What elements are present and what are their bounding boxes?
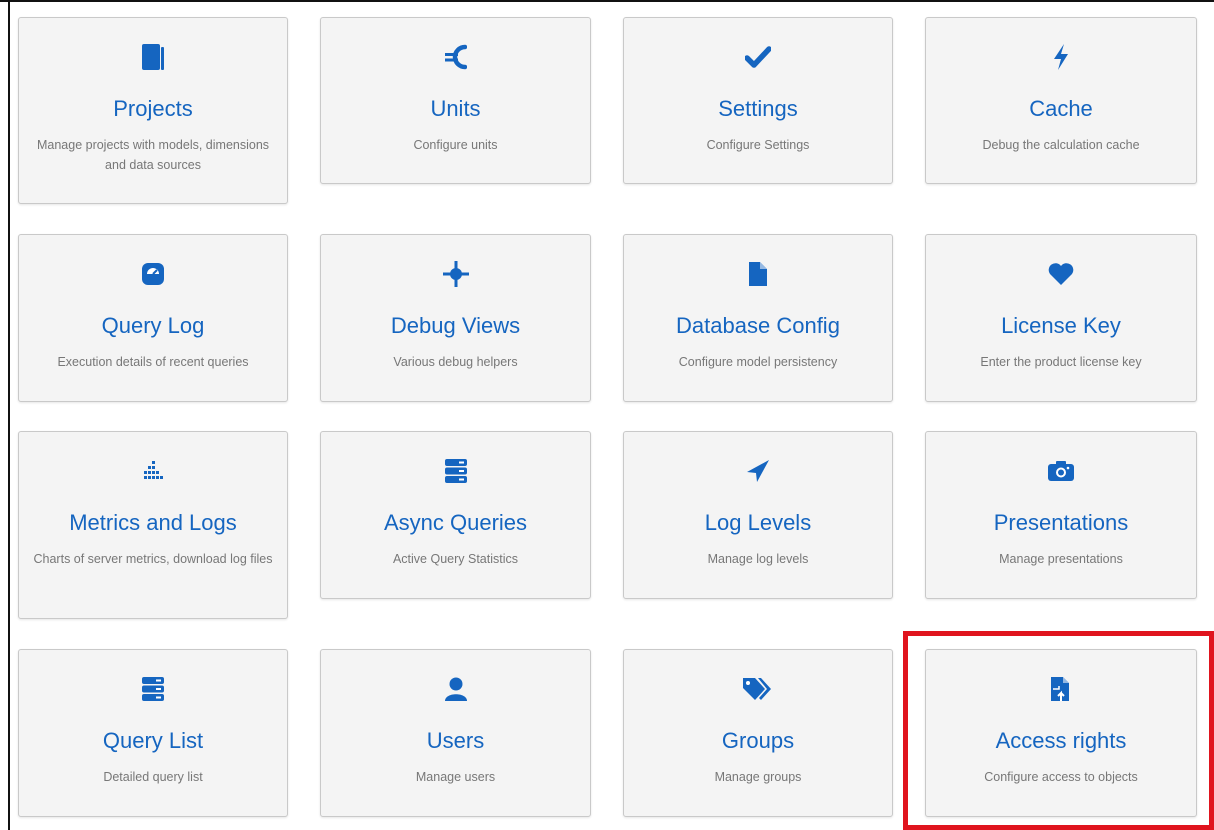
tile-debug-views[interactable]: Debug Views Various debug helpers — [320, 234, 591, 402]
file-icon — [624, 257, 892, 291]
file-share-icon — [926, 672, 1196, 706]
tags-icon — [624, 672, 892, 706]
tile-title: Settings — [718, 96, 798, 121]
tile-description: Active Query Statistics — [392, 552, 519, 566]
tile-description: Detailed query list — [103, 770, 203, 784]
tile-users[interactable]: Users Manage users — [320, 649, 591, 817]
tile-description: Enter the product license key — [980, 355, 1142, 369]
bolt-icon — [926, 40, 1196, 74]
tile-description: Manage log levels — [707, 552, 809, 566]
euro-icon — [321, 40, 590, 74]
tile-title: Units — [430, 96, 481, 121]
tile-description: Various debug helpers — [393, 355, 518, 369]
tile-title: Async Queries — [383, 510, 528, 535]
tile-description: Manage users — [415, 770, 496, 784]
tile-title: Projects — [113, 96, 193, 121]
tile-title: Groups — [721, 728, 795, 753]
tile-title: Query List — [102, 728, 204, 753]
tile-title: Debug Views — [390, 313, 521, 338]
tile-description: Manage presentations — [999, 552, 1123, 566]
camera-icon — [926, 454, 1196, 488]
tile-description: Configure access to objects — [984, 770, 1138, 784]
tile-async-queries[interactable]: Async Queries Active Query Statistics — [320, 431, 591, 599]
frame-left-border — [8, 0, 10, 830]
tile-title: Access rights — [995, 728, 1127, 753]
book-icon — [19, 40, 287, 74]
dashboard-icon — [19, 257, 287, 291]
equalizer-icon — [19, 454, 287, 488]
crosshairs-icon — [321, 257, 590, 291]
tile-access-rights[interactable]: Access rights Configure access to object… — [925, 649, 1197, 817]
tile-settings[interactable]: Settings Configure Settings — [623, 17, 893, 184]
user-icon — [321, 672, 590, 706]
heart-icon — [926, 257, 1196, 291]
tile-title: Cache — [1029, 96, 1093, 121]
check-icon — [624, 40, 892, 74]
tile-database-config[interactable]: Database Config Configure model persiste… — [623, 234, 893, 402]
tile-cache[interactable]: Cache Debug the calculation cache — [925, 17, 1197, 184]
tile-projects[interactable]: Projects Manage projects with models, di… — [18, 17, 288, 204]
tile-license-key[interactable]: License Key Enter the product license ke… — [925, 234, 1197, 402]
tile-groups[interactable]: Groups Manage groups — [623, 649, 893, 817]
tile-description: Charts of server metrics, download log f… — [33, 552, 273, 566]
tile-title: Database Config — [676, 313, 840, 338]
tile-metrics-and-logs[interactable]: Metrics and Logs Charts of server metric… — [18, 431, 288, 619]
tile-title: Query Log — [101, 313, 205, 338]
tile-description: Debug the calculation cache — [982, 138, 1140, 152]
tile-log-levels[interactable]: Log Levels Manage log levels — [623, 431, 893, 599]
tile-description: Configure units — [413, 138, 498, 152]
tile-description: Manage groups — [714, 770, 802, 784]
tile-description: Configure model persistency — [678, 355, 838, 369]
tile-title: Users — [426, 728, 485, 753]
server-icon — [321, 454, 590, 488]
tile-title: Presentations — [993, 510, 1129, 535]
paper-plane-icon — [624, 454, 892, 488]
tile-description: Execution details of recent queries — [57, 355, 249, 369]
tile-title: Log Levels — [704, 510, 812, 535]
tile-title: License Key — [1001, 313, 1121, 338]
tile-query-list[interactable]: Query List Detailed query list — [18, 649, 288, 817]
tile-presentations[interactable]: Presentations Manage presentations — [925, 431, 1197, 599]
tile-query-log[interactable]: Query Log Execution details of recent qu… — [18, 234, 288, 402]
frame-top-border — [0, 0, 1214, 2]
tile-units[interactable]: Units Configure units — [320, 17, 591, 184]
server-icon — [19, 672, 287, 706]
tile-title: Metrics and Logs — [69, 510, 237, 535]
tile-description: Configure Settings — [706, 138, 810, 152]
tile-description: Manage projects with models, dimensions … — [36, 138, 270, 172]
